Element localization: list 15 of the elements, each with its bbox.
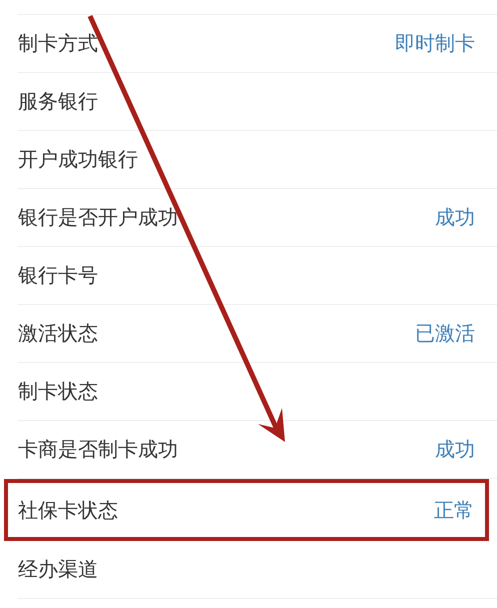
row-label: 制卡方式 bbox=[18, 30, 98, 57]
row-value: 正常 bbox=[434, 496, 474, 524]
row-value: 即时制卡 bbox=[395, 30, 475, 57]
row-label: 卡商是否制卡成功 bbox=[18, 436, 178, 463]
row-value: 已激活 bbox=[415, 320, 475, 347]
row-value: 成功 bbox=[435, 204, 475, 231]
row-label: 经办渠道 bbox=[18, 556, 98, 583]
row-label: 银行是否开户成功 bbox=[18, 204, 178, 231]
row-label: 开户成功银行 bbox=[18, 146, 138, 173]
row-label: 银行卡号 bbox=[18, 262, 98, 289]
row-label: 激活状态 bbox=[18, 320, 98, 347]
row-label: 社保卡状态 bbox=[18, 496, 118, 524]
row-value: 成功 bbox=[435, 436, 475, 463]
row-label: 服务银行 bbox=[18, 88, 98, 115]
row-label: 制卡状态 bbox=[18, 378, 98, 405]
